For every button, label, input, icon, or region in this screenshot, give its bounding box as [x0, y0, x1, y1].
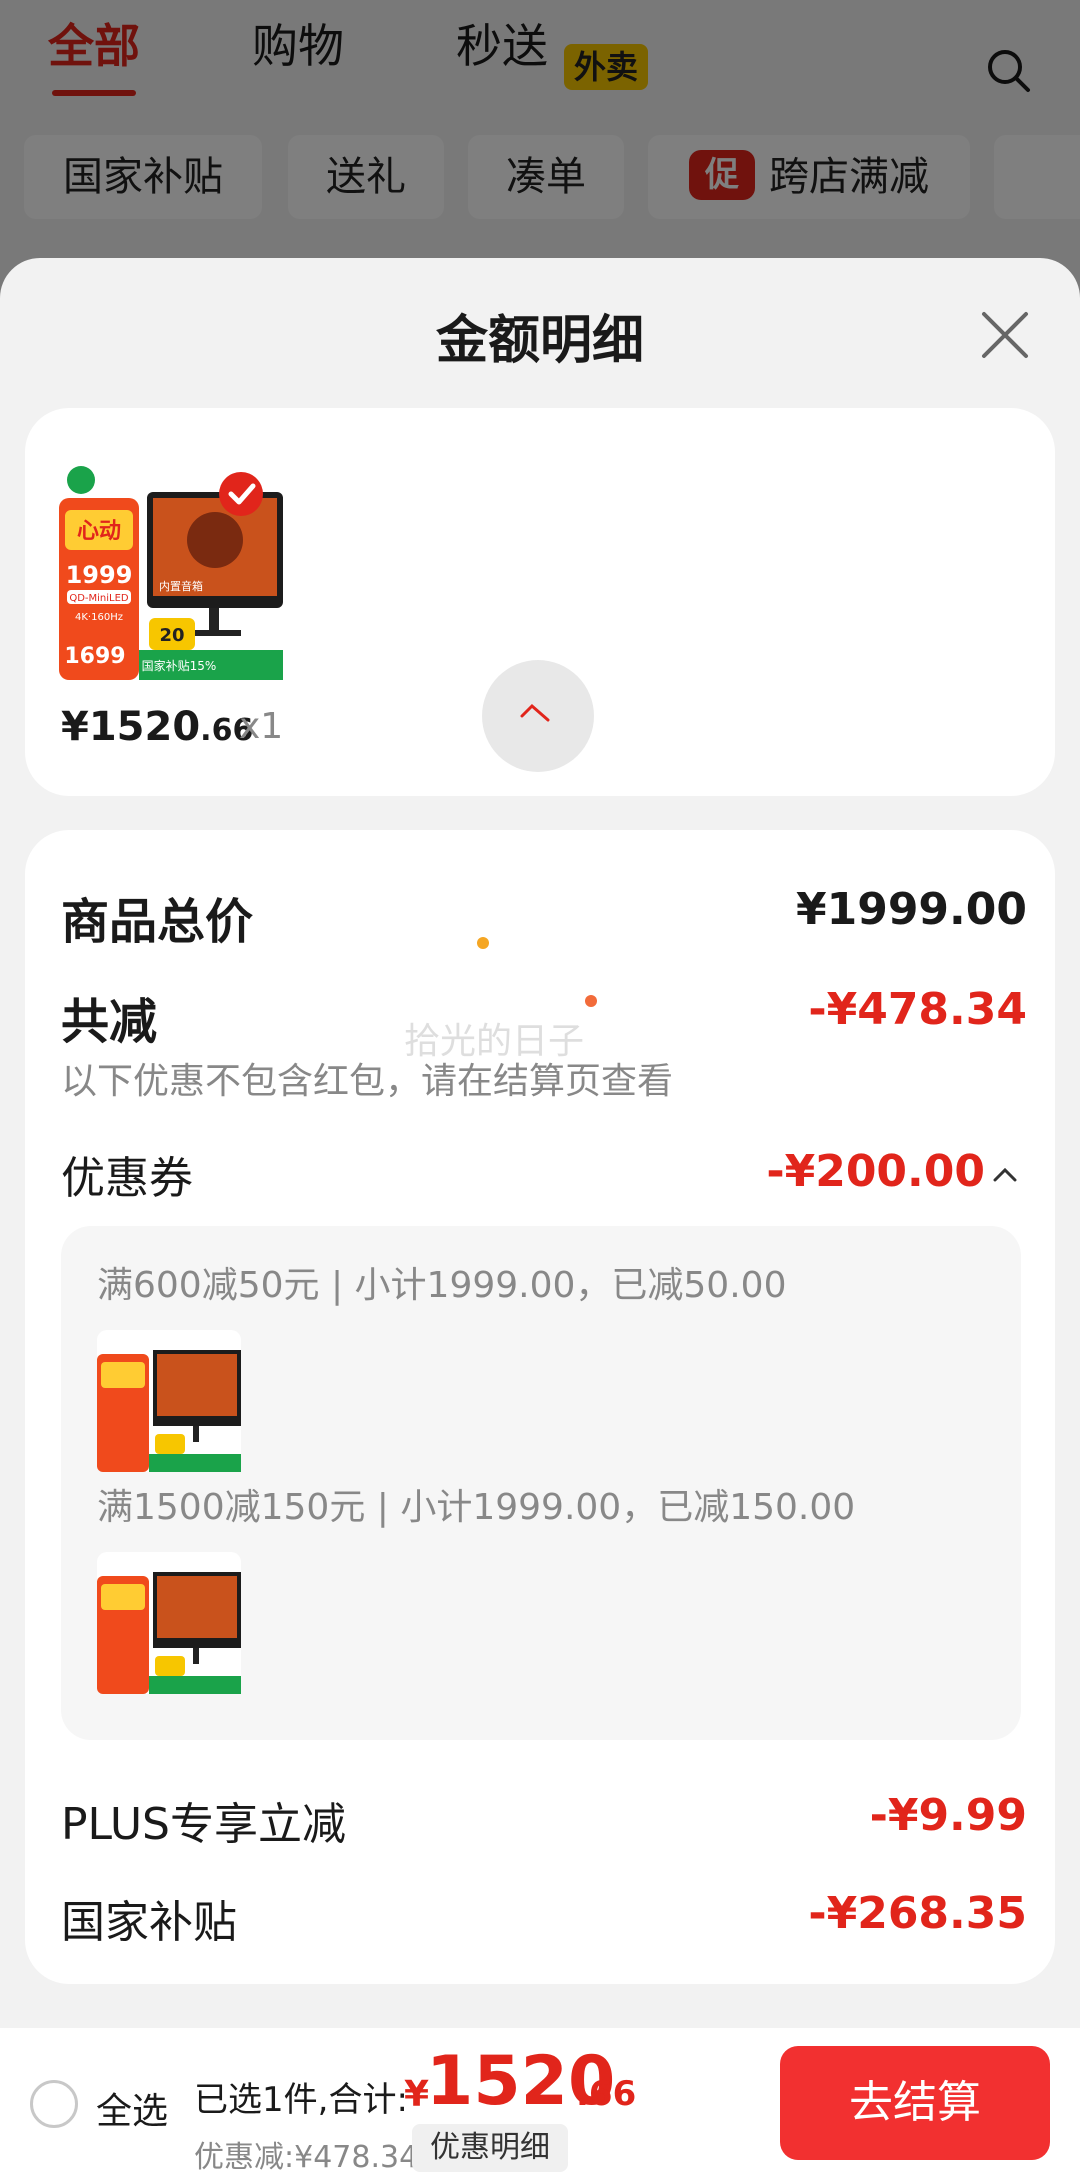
thumb-price-tag: 1699: [64, 644, 125, 669]
loading-indicator: [482, 660, 594, 772]
watermark-text: 拾光的日子: [404, 1021, 585, 1062]
product-quantity: x1: [239, 706, 284, 747]
coupon-line-2: 满1500减150元 | 小计1999.00，已减150.00: [97, 1487, 856, 1528]
coupon-value: -¥200.00: [766, 1146, 985, 1197]
checkout-bar: 全选 已选1件,合计: ¥ 1520 .66 优惠减:¥478.34 优惠明细 …: [0, 2028, 1080, 2178]
chevron-up-icon: [993, 1167, 1017, 1182]
price-breakdown-card: 商品总价 ¥1999.00 共减 -¥478.34 以下优惠不包含红包，请在结算…: [25, 830, 1055, 1984]
close-icon[interactable]: [978, 308, 1032, 362]
coupon-product-thumbnail: [97, 1330, 241, 1472]
select-all-label[interactable]: 全选: [96, 2082, 168, 2134]
total-price-label: 商品总价: [61, 894, 254, 950]
thumb-badge: 20: [159, 625, 184, 646]
thumb-spec2: 4K·160Hz: [75, 612, 123, 623]
monitor-thumbnail: 心动 1999 QD-MiniLED 4K·160Hz 1699 内置音箱 20…: [59, 458, 283, 680]
loading-dot: [585, 995, 597, 1007]
thumb-price: 1999: [66, 561, 133, 589]
thumb-headline: 心动: [77, 519, 121, 544]
coupon-product-thumbnail: [97, 1552, 241, 1694]
discount-summary: 优惠减:¥478.34: [194, 2140, 419, 2175]
product-price-int: ¥1520: [61, 704, 201, 750]
product-image[interactable]: 心动 1999 QD-MiniLED 4K·160Hz 1699 内置音箱 20…: [59, 458, 283, 680]
total-price-value: ¥1999.00: [795, 884, 1027, 935]
thumb-subsidy: 国家补贴15%: [142, 658, 217, 673]
thumb-spec1: QD-MiniLED: [69, 593, 129, 604]
loading-dot: [477, 937, 489, 949]
sheet-title: 金额明细: [435, 311, 644, 371]
discount-detail-button[interactable]: 优惠明细: [412, 2124, 568, 2172]
plus-discount-label: PLUS专享立减: [61, 1799, 346, 1850]
total-reduction-value: -¥478.34: [808, 984, 1027, 1035]
national-subsidy-value: -¥268.35: [808, 1888, 1027, 1939]
loading-icon: [520, 703, 550, 722]
plus-discount-value: -¥9.99: [869, 1790, 1027, 1841]
checkout-button[interactable]: 去结算: [780, 2046, 1050, 2160]
total-reduction-label: 共减: [61, 994, 158, 1050]
amount-detail-sheet: 金额明细 心动 1999 QD-MiniLED 4K·160Hz 1699 内置…: [0, 258, 1080, 2178]
product-price: ¥1520.66: [61, 704, 253, 750]
coupon-label: 优惠券: [61, 1153, 193, 1204]
coupon-detail-box: 满600减50元 | 小计1999.00，已减50.00 满1500减150元 …: [61, 1226, 1021, 1740]
total-amount-dec: .66: [576, 2074, 637, 2114]
coupon-toggle[interactable]: -¥200.00: [766, 1146, 1019, 1197]
selected-total-label: 已选1件,合计:: [194, 2080, 408, 2120]
coupon-line-1: 满600减50元 | 小计1999.00，已减50.00: [97, 1265, 787, 1306]
thumb-screen-text: 内置音箱: [159, 579, 203, 593]
national-subsidy-label: 国家补贴: [61, 1897, 237, 1948]
select-all-checkbox[interactable]: [30, 2080, 78, 2128]
